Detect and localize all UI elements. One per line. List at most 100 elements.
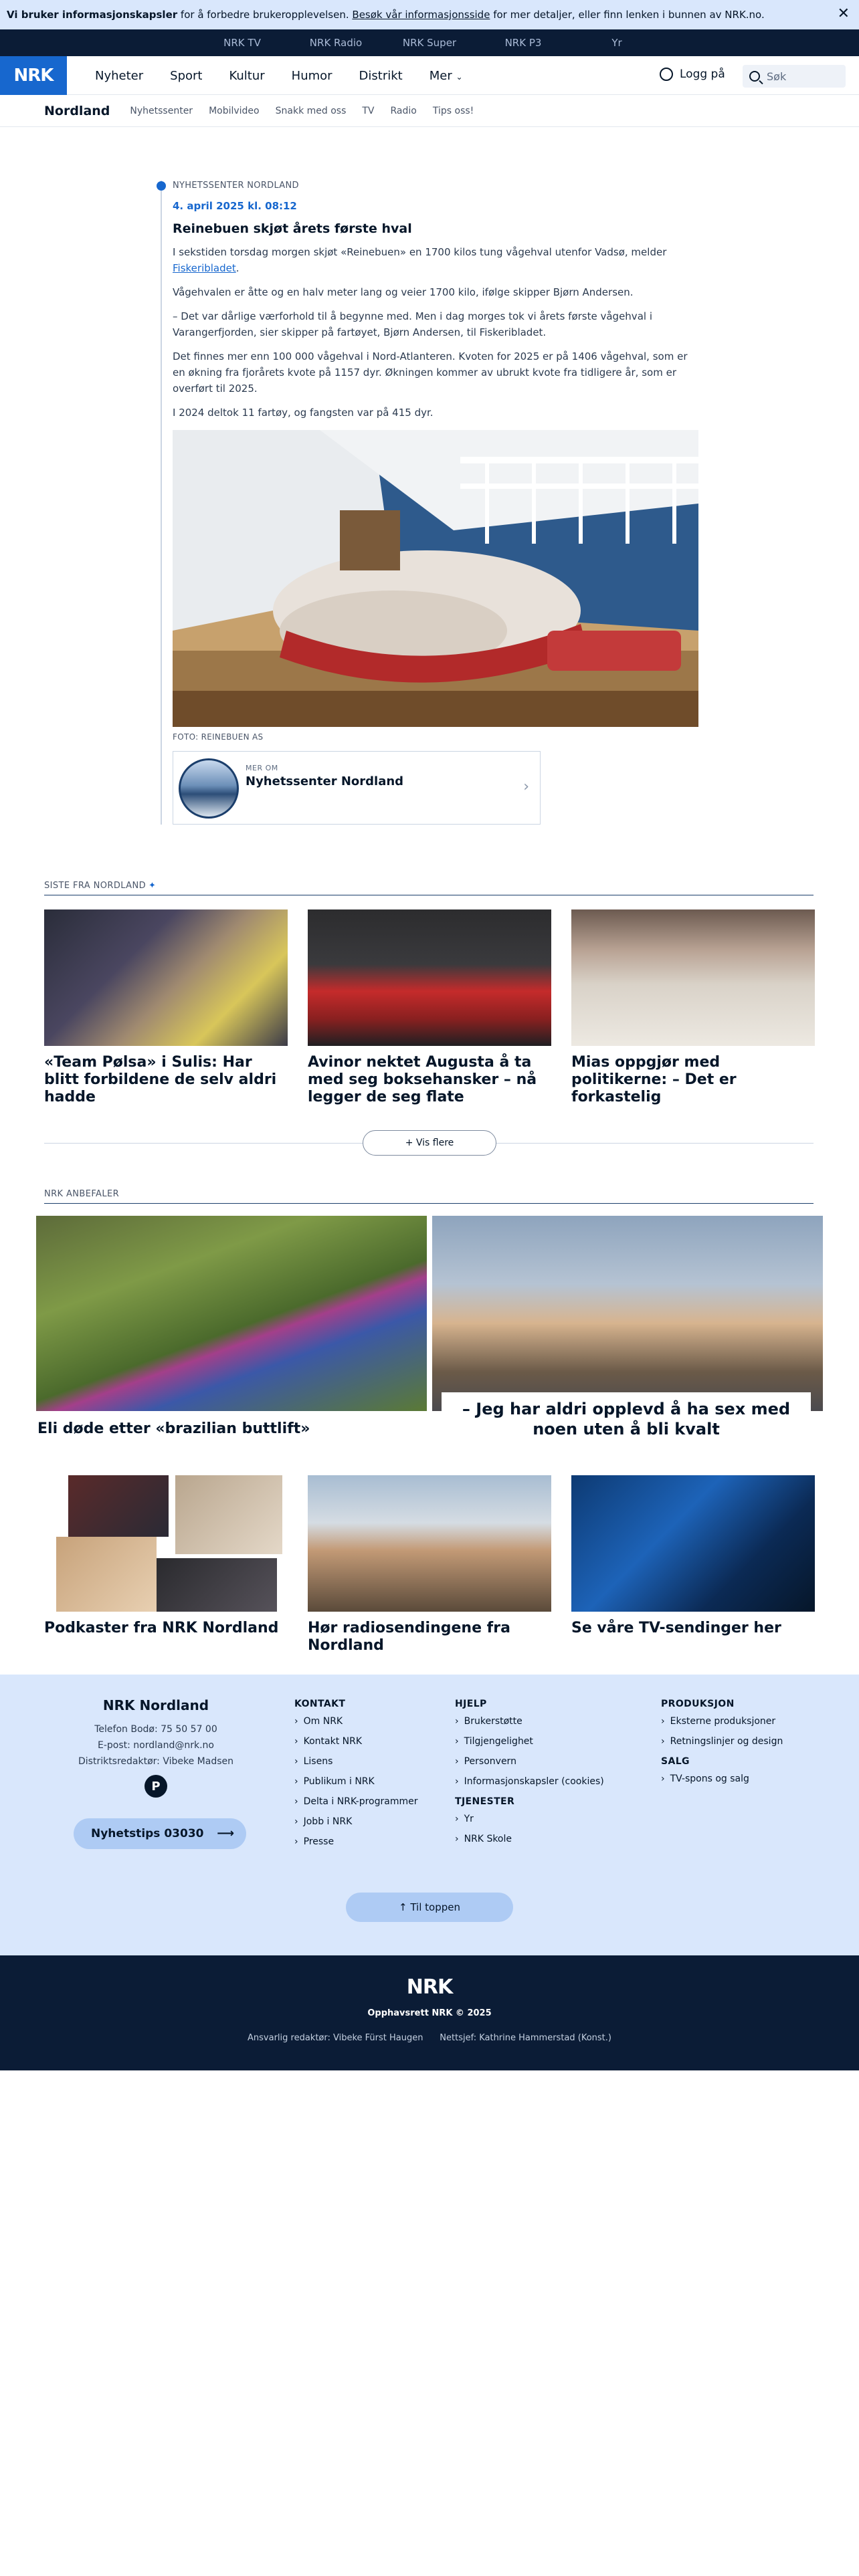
- podcast-icon[interactable]: P: [145, 1775, 167, 1798]
- chevron-down-icon: ⌄: [456, 72, 463, 82]
- service-link-super[interactable]: NRK Super: [383, 37, 476, 49]
- footer-link[interactable]: Kontakt NRK: [294, 1736, 417, 1747]
- nav-humor[interactable]: Humor: [292, 69, 332, 83]
- subnav-link[interactable]: Tips oss!: [433, 106, 474, 116]
- footer-link[interactable]: Tilgjengelighet: [455, 1736, 604, 1747]
- fiskeribladet-link[interactable]: Fiskeribladet: [173, 262, 236, 274]
- recommended-small-card[interactable]: Podkaster fra NRK Nordland: [44, 1475, 288, 1637]
- nyhetssenter-avatar: [179, 758, 239, 819]
- footer-brand-name: NRK Nordland: [102, 1697, 209, 1713]
- subnav-link[interactable]: Nyhetssenter: [130, 106, 193, 116]
- card-title: – Jeg har aldri opplevd å ha sex med noe…: [442, 1392, 811, 1446]
- podcast-collage: [44, 1475, 288, 1612]
- recommended-card[interactable]: [432, 1216, 823, 1411]
- tv-studio-image: [571, 1475, 815, 1612]
- main-nav: Nyheter Sport Kultur Humor Distrikt Mer …: [95, 56, 490, 95]
- footer-link[interactable]: Presse: [294, 1836, 417, 1847]
- whale-photo-drawing: [173, 430, 698, 727]
- main-header: NRK Nyheter Sport Kultur Humor Distrikt …: [0, 56, 859, 95]
- recommended-small-card[interactable]: Hør radiosendingene fra Nordland: [308, 1475, 551, 1654]
- news-card[interactable]: «Team Pølsa» i Sulis: Har blitt forbilde…: [44, 909, 288, 1106]
- footer-link[interactable]: TV-spons og salg: [661, 1774, 783, 1784]
- subnav-link[interactable]: Snakk med oss: [276, 106, 347, 116]
- service-link-tv[interactable]: NRK TV: [195, 37, 289, 49]
- nrk-footer-logo[interactable]: NRK: [0, 1975, 859, 1999]
- nrk-logo[interactable]: NRK: [0, 56, 67, 95]
- footer-phone: Telefon Bodø: 75 50 57 00: [94, 1724, 217, 1735]
- cookie-lead: Vi bruker informasjonskapsler: [7, 9, 178, 21]
- article-headline: Reinebuen skjøt årets første hval: [173, 221, 412, 236]
- footer-link[interactable]: NRK Skole: [455, 1834, 604, 1844]
- login-button[interactable]: Logg på: [660, 68, 725, 81]
- footer-link[interactable]: Informasjonskapsler (cookies): [455, 1776, 604, 1787]
- search-input[interactable]: Søk: [743, 65, 846, 88]
- footer-heading: SALG: [661, 1756, 690, 1767]
- footer-link[interactable]: Lisens: [294, 1756, 417, 1767]
- footer-link[interactable]: Eksterne produksjoner: [661, 1716, 783, 1727]
- footer-col-produksjon: PRODUKSJON Eksterne produksjoner Retning…: [661, 1699, 783, 1794]
- show-more-button[interactable]: + Vis flere: [363, 1130, 496, 1156]
- cookie-info-link[interactable]: Besøk vår informasjonsside: [352, 9, 490, 21]
- footer-link[interactable]: Jobb i NRK: [294, 1816, 417, 1827]
- nav-sport[interactable]: Sport: [170, 69, 202, 83]
- whale-boat-photo: [173, 430, 698, 727]
- arrow-right-icon: ⟶: [217, 1826, 234, 1840]
- subnav-link[interactable]: Mobilvideo: [209, 106, 260, 116]
- article-paragraph: Det finnes mer enn 100 000 vågehval i No…: [173, 350, 688, 395]
- chevron-right-icon: ›: [523, 778, 529, 795]
- recommended-small-card[interactable]: Se våre TV-sendinger her: [571, 1475, 815, 1637]
- footer-link[interactable]: Delta i NRK-programmer: [294, 1796, 418, 1807]
- search-placeholder: Søk: [767, 70, 787, 83]
- district-title[interactable]: Nordland: [44, 104, 110, 118]
- news-tips-button[interactable]: Nyhetstips 03030 ⟶: [74, 1818, 246, 1849]
- footer-link[interactable]: Personvern: [455, 1756, 604, 1767]
- collage-photo: [56, 1537, 157, 1612]
- article-paragraph: I 2024 deltok 11 fartøy, og fangsten var…: [173, 407, 434, 419]
- footer-link[interactable]: Publikum i NRK: [294, 1776, 417, 1787]
- card-image: [308, 909, 551, 1046]
- news-card[interactable]: Avinor nektet Augusta å ta med seg bokse…: [308, 909, 551, 1106]
- footer-link[interactable]: Om NRK: [294, 1716, 417, 1727]
- footer-heading: KONTAKT: [294, 1699, 346, 1709]
- portrait-image: [432, 1216, 823, 1411]
- nav-kultur[interactable]: Kultur: [229, 69, 264, 83]
- latest-title: SISTE FRA NORDLAND: [44, 881, 147, 891]
- service-link-radio[interactable]: NRK Radio: [289, 37, 383, 49]
- footer: NRK Nordland Telefon Bodø: 75 50 57 00 E…: [0, 1675, 859, 1955]
- card-title: Mias oppgjør med politikerne: – Det er f…: [571, 1054, 737, 1105]
- service-bar: NRK TV NRK Radio NRK Super NRK P3 Yr: [0, 29, 859, 56]
- subnav-link[interactable]: Radio: [391, 106, 417, 116]
- footer-link[interactable]: Brukerstøtte: [455, 1716, 604, 1727]
- back-to-top-button[interactable]: ↑ Til toppen: [346, 1893, 513, 1922]
- service-link-yr[interactable]: Yr: [570, 37, 664, 49]
- more-about-card[interactable]: MER OM Nyhetssenter Nordland ›: [173, 751, 541, 825]
- nav-mer[interactable]: Mer ⌄: [430, 69, 463, 83]
- collage-photo: [157, 1558, 277, 1612]
- article-paragraph: Vågehvalen er åtte og en halv meter lang…: [173, 286, 634, 298]
- close-icon[interactable]: ✕: [838, 5, 850, 22]
- nav-mer-label: Mer: [429, 68, 452, 83]
- card-title: Eli døde etter «brazilian buttlift»: [37, 1420, 310, 1437]
- editors-line: Ansvarlig redaktør: Vibeke Fürst Haugen …: [248, 2033, 611, 2043]
- news-card[interactable]: Mias oppgjør med politikerne: – Det er f…: [571, 909, 815, 1106]
- footer-link[interactable]: Yr: [455, 1814, 604, 1824]
- card-image: [44, 909, 288, 1046]
- article-time: 4. april 2025 kl. 08:12: [173, 200, 297, 212]
- subnav-link[interactable]: TV: [362, 106, 374, 116]
- bottom-bar: NRK Opphavsrett NRK © 2025 Ansvarlig red…: [0, 1955, 859, 2070]
- recommended-card[interactable]: Eli døde etter «brazilian buttlift»: [36, 1216, 427, 1437]
- card-title: Podkaster fra NRK Nordland: [44, 1620, 279, 1636]
- hammock-image: [36, 1216, 427, 1411]
- nav-nyheter[interactable]: Nyheter: [95, 69, 143, 83]
- footer-link[interactable]: Retningslinjer og design: [661, 1736, 783, 1747]
- cookie-text-2: for mer detaljer, eller finn lenken i bu…: [490, 9, 765, 21]
- service-link-p3[interactable]: NRK P3: [476, 37, 570, 49]
- district-subnav: Nordland Nyhetssenter Mobilvideo Snakk m…: [0, 95, 859, 127]
- nav-distrikt[interactable]: Distrikt: [359, 69, 403, 83]
- paragraph-text: .: [235, 262, 240, 274]
- article-paragraph: I sekstiden torsdag morgen skjøt «Reineb…: [173, 244, 701, 276]
- cookie-banner: Vi bruker informasjonskapsler for å forb…: [0, 0, 859, 29]
- footer-heading: PRODUKSJON: [661, 1699, 735, 1709]
- kicker-label: NYHETSSENTER NORDLAND: [173, 181, 299, 191]
- footer-editor: Distriktsredaktør: Vibeke Madsen: [78, 1756, 233, 1767]
